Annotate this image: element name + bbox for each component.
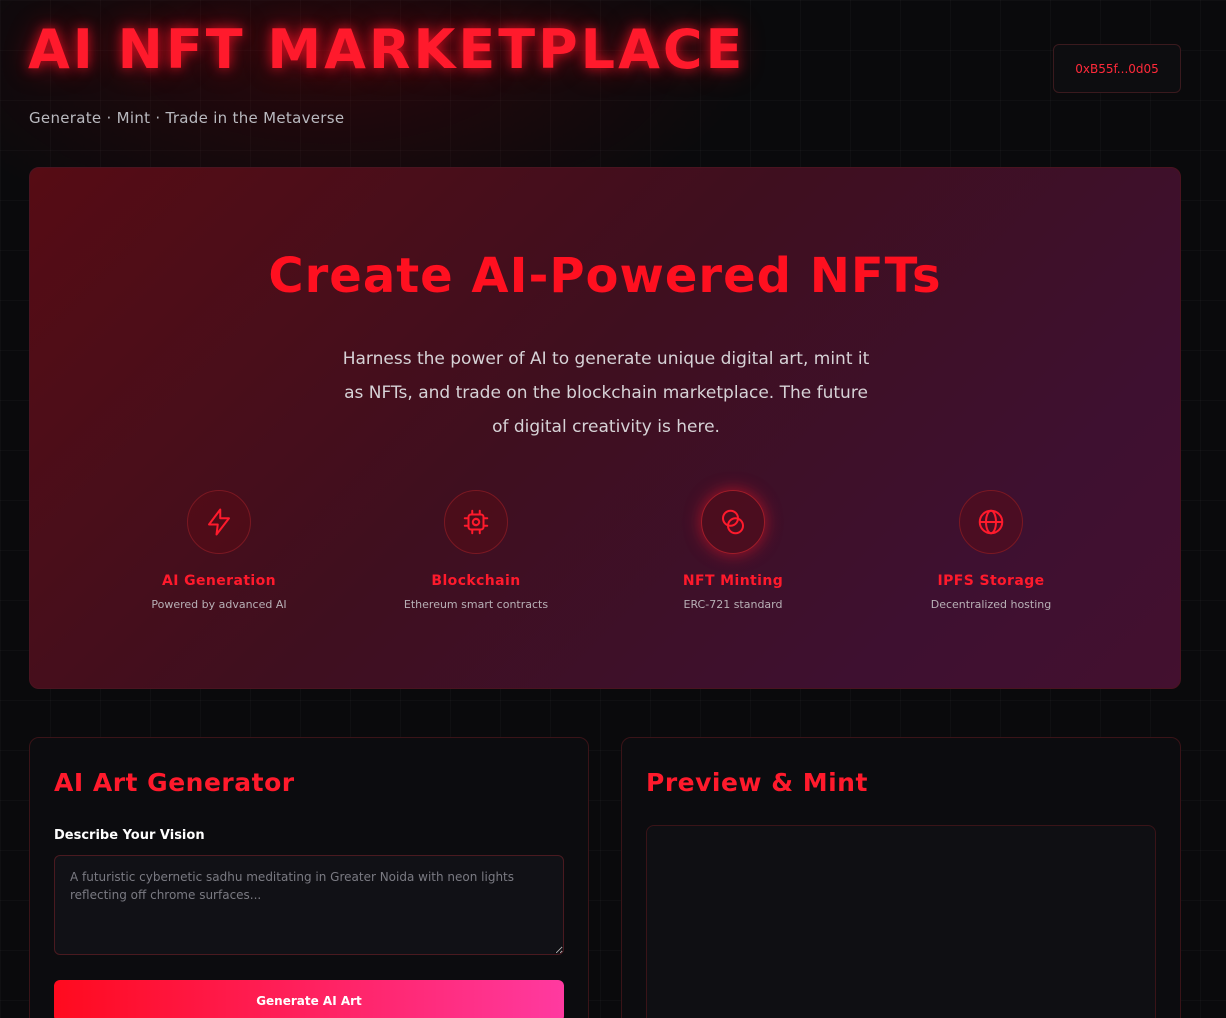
feature-description: ERC-721 standard xyxy=(683,598,783,611)
hero-section: Create AI-Powered NFTs Harness the power… xyxy=(29,167,1181,689)
feature-name: Blockchain xyxy=(431,573,521,589)
globe-icon xyxy=(959,490,1023,554)
prompt-label: Describe Your Vision xyxy=(54,828,205,843)
feature-blockchain: Blockchain Ethereum smart contracts xyxy=(376,490,576,611)
coins-icon xyxy=(701,490,765,554)
app-title: AI NFT MARKETPLACE xyxy=(28,18,746,81)
lightning-icon xyxy=(187,490,251,554)
app-subtitle: Generate · Mint · Trade in the Metaverse xyxy=(29,109,345,127)
feature-name: IPFS Storage xyxy=(937,573,1045,589)
chip-icon xyxy=(444,490,508,554)
preview-mint-panel: Preview & Mint xyxy=(621,737,1181,1018)
generate-ai-art-button[interactable]: Generate AI Art xyxy=(54,980,564,1018)
preview-title: Preview & Mint xyxy=(646,768,868,797)
feature-description: Powered by advanced AI xyxy=(151,598,287,611)
feature-ai-generation: AI Generation Powered by advanced AI xyxy=(119,490,319,611)
feature-description: Decentralized hosting xyxy=(930,598,1052,611)
prompt-input[interactable] xyxy=(54,855,564,955)
hero-title: Create AI-Powered NFTs xyxy=(268,248,942,304)
feature-ipfs-storage: IPFS Storage Decentralized hosting xyxy=(891,490,1091,611)
generator-title: AI Art Generator xyxy=(54,768,295,797)
feature-nft-minting: NFT Minting ERC-721 standard xyxy=(633,490,833,611)
wallet-address-button[interactable]: 0xB55f...0d05 xyxy=(1053,44,1181,93)
ai-art-generator-panel: AI Art Generator Describe Your Vision Ge… xyxy=(29,737,589,1018)
preview-image-area xyxy=(646,825,1156,1018)
feature-description: Ethereum smart contracts xyxy=(403,598,549,611)
hero-description: Harness the power of AI to generate uniq… xyxy=(342,349,870,437)
feature-name: AI Generation xyxy=(162,573,276,589)
feature-name: NFT Minting xyxy=(682,573,784,589)
